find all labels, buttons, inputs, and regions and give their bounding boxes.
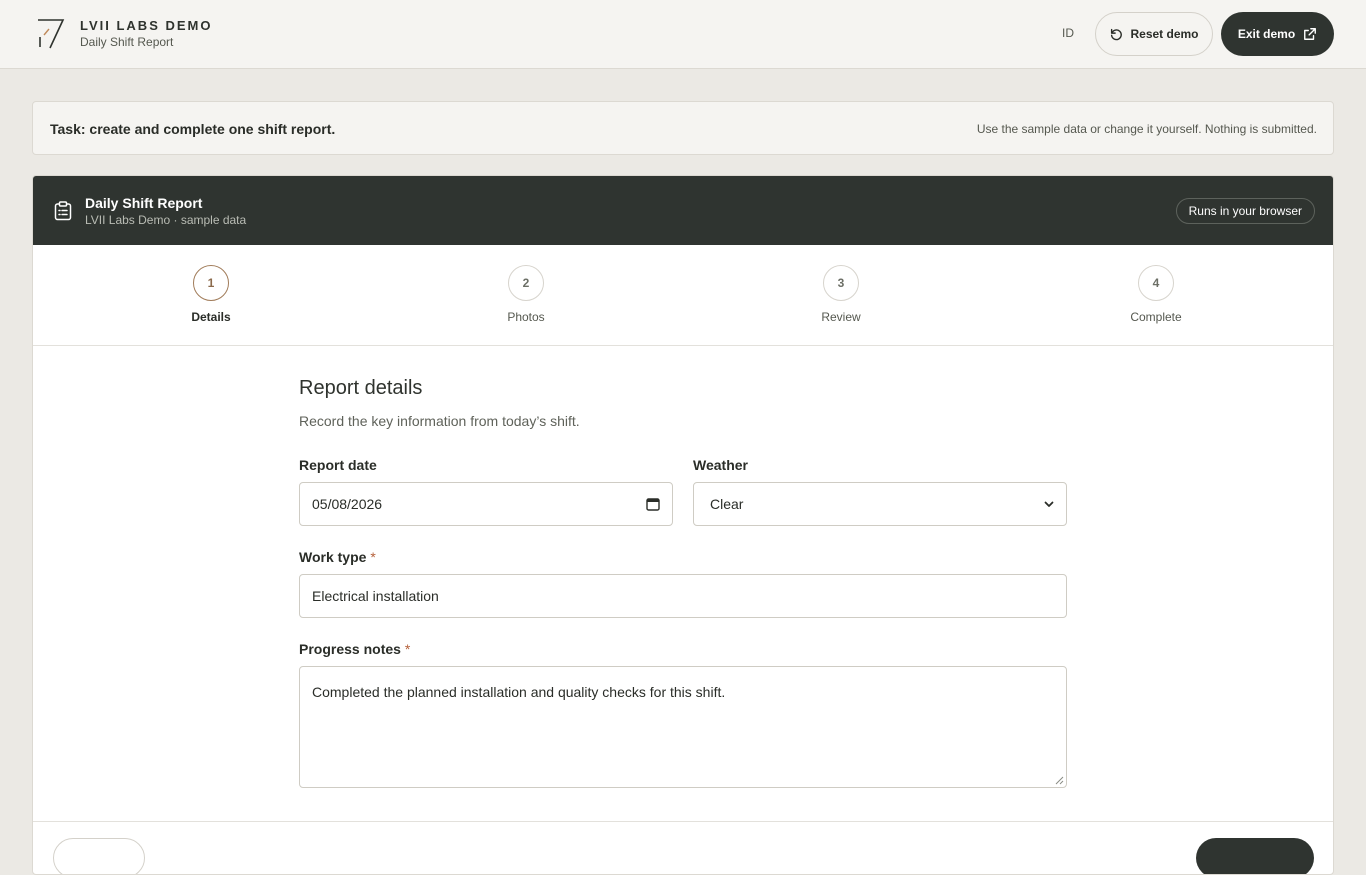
next-button[interactable] xyxy=(1196,838,1314,874)
work-type-label: Work type * xyxy=(299,549,376,565)
form-description: Record the key information from today’s … xyxy=(299,413,580,429)
task-title: Task: create and complete one shift repo… xyxy=(50,121,336,137)
card-header: Daily Shift Report LVII Labs Demo · samp… xyxy=(33,176,1333,245)
lvii-logo-icon xyxy=(38,19,65,49)
step-label: Review xyxy=(821,310,861,324)
step-label: Photos xyxy=(507,310,545,324)
resize-handle-icon[interactable] xyxy=(1055,776,1064,785)
external-link-icon xyxy=(1304,28,1317,40)
work-type-label-text: Work type xyxy=(299,549,367,565)
card-subtitle: LVII Labs Demo · sample data xyxy=(85,213,247,227)
chevron-down-icon xyxy=(1044,501,1054,507)
exit-demo-label: Exit demo xyxy=(1237,27,1296,41)
work-type-input[interactable]: Electrical installation xyxy=(299,574,1067,618)
card-title: Daily Shift Report xyxy=(85,195,203,211)
report-card: Daily Shift Report LVII Labs Demo · samp… xyxy=(32,175,1334,875)
footer-divider xyxy=(33,821,1333,822)
brand-name: LVII LABS DEMO xyxy=(80,18,213,33)
task-banner: Task: create and complete one shift repo… xyxy=(32,101,1334,155)
step-label: Details xyxy=(191,310,231,324)
report-date-value: 05/08/2026 xyxy=(312,496,383,512)
progress-notes-value: Completed the planned installation and q… xyxy=(312,684,726,700)
weather-value: Clear xyxy=(710,496,744,512)
brand-subtitle: Daily Shift Report xyxy=(80,35,174,49)
report-date-label: Report date xyxy=(299,457,377,473)
calendar-icon[interactable] xyxy=(646,497,660,511)
reset-demo-button[interactable]: Reset demo xyxy=(1095,12,1213,56)
language-toggle[interactable]: ID xyxy=(1062,26,1074,40)
runs-in-browser-badge: Runs in your browser xyxy=(1175,198,1315,224)
back-button[interactable] xyxy=(53,838,145,874)
task-note: Use the sample data or change it yoursel… xyxy=(976,122,1317,136)
step-review[interactable]: 3 Review xyxy=(791,265,891,324)
required-marker: * xyxy=(404,641,411,657)
step-details[interactable]: 1 Details xyxy=(161,265,261,324)
step-number: 4 xyxy=(1138,265,1174,301)
progress-notes-textarea[interactable]: Completed the planned installation and q… xyxy=(299,666,1067,788)
progress-notes-label-text: Progress notes xyxy=(299,641,401,657)
top-bar: LVII LABS DEMO Daily Shift Report ID Res… xyxy=(0,0,1366,69)
form-title: Report details xyxy=(299,377,423,399)
step-photos[interactable]: 2 Photos xyxy=(476,265,576,324)
exit-demo-button[interactable]: Exit demo xyxy=(1221,12,1334,56)
reset-icon xyxy=(1111,28,1123,41)
required-marker: * xyxy=(370,549,376,565)
work-type-value: Electrical installation xyxy=(312,588,439,604)
weather-label: Weather xyxy=(693,457,748,473)
progress-notes-label: Progress notes * xyxy=(299,641,410,657)
weather-select[interactable]: Clear xyxy=(693,482,1067,526)
clipboard-icon xyxy=(54,201,72,221)
step-number: 3 xyxy=(823,265,859,301)
stepper: 1 Details 2 Photos 3 Review 4 Complete xyxy=(33,245,1333,346)
step-complete[interactable]: 4 Complete xyxy=(1106,265,1206,324)
step-number: 2 xyxy=(508,265,544,301)
step-label: Complete xyxy=(1130,310,1182,324)
report-date-input[interactable]: 05/08/2026 xyxy=(299,482,673,526)
reset-demo-label: Reset demo xyxy=(1130,27,1199,41)
step-number: 1 xyxy=(193,265,229,301)
